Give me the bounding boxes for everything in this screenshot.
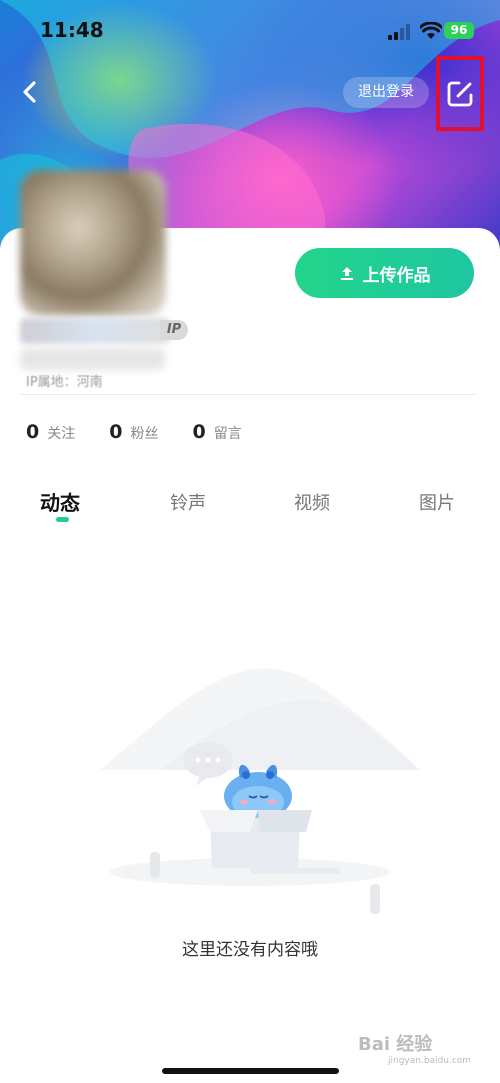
stat-following[interactable]: 0 关注: [26, 421, 75, 443]
home-indicator[interactable]: [162, 1068, 339, 1074]
stat-messages[interactable]: 0 留言: [192, 421, 241, 443]
edit-profile-button[interactable]: [436, 56, 484, 131]
empty-state-message: 这里还没有内容哦: [182, 940, 318, 960]
vip-badge: IP: [160, 320, 188, 340]
stat-label: 留言: [213, 426, 242, 442]
upload-works-button[interactable]: 上传作品: [295, 248, 474, 298]
divider: [20, 394, 476, 395]
logout-button[interactable]: 退出登录: [343, 77, 429, 108]
tab-ringtones[interactable]: 铃声: [170, 489, 206, 515]
profile-stats: 0 关注 0 粉丝 0 留言: [26, 421, 242, 443]
stat-label: 粉丝: [130, 426, 159, 442]
watermark-text: Bai 经验: [358, 1034, 433, 1055]
watermark-subtext: jingyan.baidu.com: [388, 1056, 472, 1066]
upload-works-label: 上传作品: [362, 265, 431, 286]
back-button[interactable]: [16, 78, 44, 106]
username-blurred: [20, 318, 170, 344]
edit-icon: [447, 81, 473, 107]
tab-dynamics[interactable]: 动态: [40, 487, 80, 516]
chevron-left-icon: [23, 81, 36, 103]
tab-images[interactable]: 图片: [419, 489, 455, 515]
content-tabs: 动态 铃声 视频 图片: [0, 485, 500, 525]
battery-indicator: 96: [444, 22, 474, 39]
stat-fans[interactable]: 0 粉丝: [109, 421, 158, 443]
user-subtitle-blurred: [20, 348, 165, 370]
avatar[interactable]: [20, 170, 166, 316]
tab-videos[interactable]: 视频: [294, 489, 330, 515]
upload-icon: [340, 267, 353, 280]
status-time: 11:48: [40, 18, 104, 42]
stat-value: 0: [192, 421, 206, 443]
cellular-signal-icon: [388, 24, 410, 40]
wifi-icon: [420, 22, 442, 39]
ip-location: IP属地：河南: [26, 375, 103, 390]
stat-label: 关注: [47, 426, 76, 442]
watermark: Bai 经验 jingyan.baidu.com: [358, 1030, 471, 1066]
empty-box-illustration: [100, 668, 420, 914]
active-tab-indicator: [56, 517, 69, 522]
stat-value: 0: [109, 421, 123, 443]
status-bar: 11:48 96: [0, 0, 500, 64]
stat-value: 0: [26, 421, 40, 443]
